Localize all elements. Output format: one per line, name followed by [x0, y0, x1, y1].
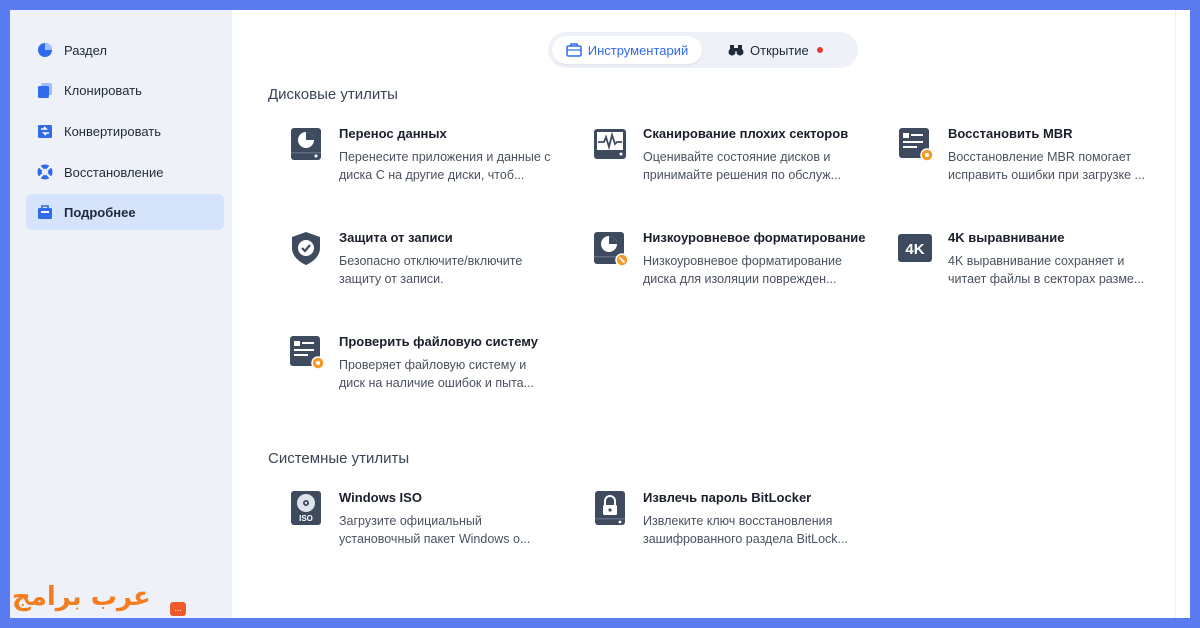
- sidebar: Раздел Клонировать Конвертировать Восста…: [10, 10, 232, 618]
- sidebar-item-label: Клонировать: [64, 82, 142, 98]
- sidebar-item-label: Раздел: [64, 42, 107, 58]
- card-title: 4K выравнивание: [948, 230, 1065, 245]
- toolbox-icon: [38, 205, 52, 219]
- 4k-icon: 4K: [898, 234, 932, 262]
- scan-pulse-icon: [594, 129, 626, 159]
- sidebar-item-clone[interactable]: Клонировать: [26, 72, 224, 108]
- sidebar-item-more[interactable]: Подробнее: [26, 194, 224, 230]
- card-description: Оценивайте состояние дисков и принимайте…: [643, 150, 842, 182]
- sidebar-item-label: Конвертировать: [64, 123, 162, 139]
- card-description: Загрузите официальный установочный пакет…: [339, 514, 531, 546]
- tool-card-data-migration[interactable]: Перенос данных Перенесите приложения и д…: [268, 126, 551, 196]
- convert-icon: [38, 125, 52, 138]
- clone-icon: [38, 83, 52, 98]
- watermark-logo: عرب برامج: [12, 582, 151, 612]
- notification-dot: [816, 47, 823, 53]
- card-description: Проверяет файловую систему и диск на нал…: [339, 358, 535, 390]
- disk-format-icon: [594, 232, 628, 266]
- briefcase-icon: [565, 43, 582, 57]
- tab-label: Открытие: [750, 42, 809, 58]
- lifebuoy-icon: [37, 164, 53, 180]
- svg-text:ISO: ISO: [299, 514, 313, 523]
- section-title-disk: Дисковые утилиты: [268, 86, 398, 103]
- card-description: Безопасно отключите/включите защиту от з…: [339, 254, 523, 286]
- disk-pie-icon: [291, 128, 321, 160]
- card-title: Сканирование плохих секторов: [643, 126, 849, 141]
- tool-card-check-filesystem[interactable]: Проверить файловую систему Проверяет фай…: [268, 334, 548, 404]
- iso-disc-icon: ISO: [291, 491, 321, 525]
- tool-card-bad-sector-scan[interactable]: Сканирование плохих секторов Оценивайте …: [572, 126, 852, 196]
- scrollbar[interactable]: [1175, 10, 1190, 618]
- card-title: Проверить файловую систему: [339, 334, 538, 349]
- filesystem-check-icon: [290, 336, 324, 370]
- tab-discovery[interactable]: Открытие: [728, 36, 848, 64]
- sidebar-item-label: Подробнее: [64, 204, 136, 220]
- svg-text:4K: 4K: [905, 241, 924, 258]
- sidebar-item-convert[interactable]: Конвертировать: [26, 113, 224, 149]
- card-title: Windows ISO: [339, 490, 422, 505]
- pie-chart-icon: [38, 43, 52, 57]
- tool-card-rebuild-mbr[interactable]: Восстановить MBR Восстановление MBR помо…: [877, 126, 1157, 196]
- app-window: Раздел Клонировать Конвертировать Восста…: [10, 10, 1190, 618]
- card-title: Защита от записи: [339, 230, 453, 245]
- sidebar-item-recovery[interactable]: Восстановление: [26, 154, 224, 190]
- binoculars-icon: [728, 45, 744, 56]
- bitlocker-lock-icon: [595, 491, 625, 525]
- card-description: Восстановление MBR помогает исправить ош…: [948, 150, 1145, 182]
- card-description: 4K выравнивание сохраняет и читает файлы…: [948, 254, 1145, 286]
- watermark-badge: ...: [170, 602, 186, 616]
- card-title: Извлечь пароль BitLocker: [643, 490, 812, 505]
- shield-check-icon: [292, 232, 320, 265]
- card-description: Перенесите приложения и данные с диска С…: [339, 150, 551, 182]
- tool-card-write-protection[interactable]: Защита от записи Безопасно отключите/вкл…: [268, 230, 548, 300]
- tool-card-windows-iso[interactable]: ISO Windows ISO Загрузите официальный ус…: [268, 490, 548, 560]
- tool-card-low-level-format[interactable]: Низкоуровневое форматирование Низкоуровн…: [572, 230, 866, 300]
- tool-card-bitlocker-key[interactable]: Извлечь пароль BitLocker Извлеките ключ …: [572, 490, 852, 560]
- card-title: Низкоуровневое форматирование: [643, 230, 866, 245]
- tab-toolkit[interactable]: Инструментарий: [552, 36, 702, 64]
- tab-label: Инструментарий: [587, 42, 689, 58]
- card-description: Извлеките ключ восстановления зашифрован…: [643, 514, 848, 546]
- card-title: Восстановить MBR: [948, 126, 1073, 141]
- sidebar-item-partition[interactable]: Раздел: [26, 32, 224, 68]
- sidebar-item-label: Восстановление: [64, 164, 164, 180]
- tab-bar: Инструментарий Открытие: [548, 32, 858, 68]
- mbr-repair-icon: [899, 128, 933, 162]
- tool-card-4k-alignment[interactable]: 4K 4K выравнивание 4K выравнивание сохра…: [877, 230, 1157, 300]
- section-title-system: Системные утилиты: [268, 450, 410, 467]
- card-description: Низкоуровневое форматирование диска для …: [643, 254, 842, 286]
- card-title: Перенос данных: [339, 126, 447, 141]
